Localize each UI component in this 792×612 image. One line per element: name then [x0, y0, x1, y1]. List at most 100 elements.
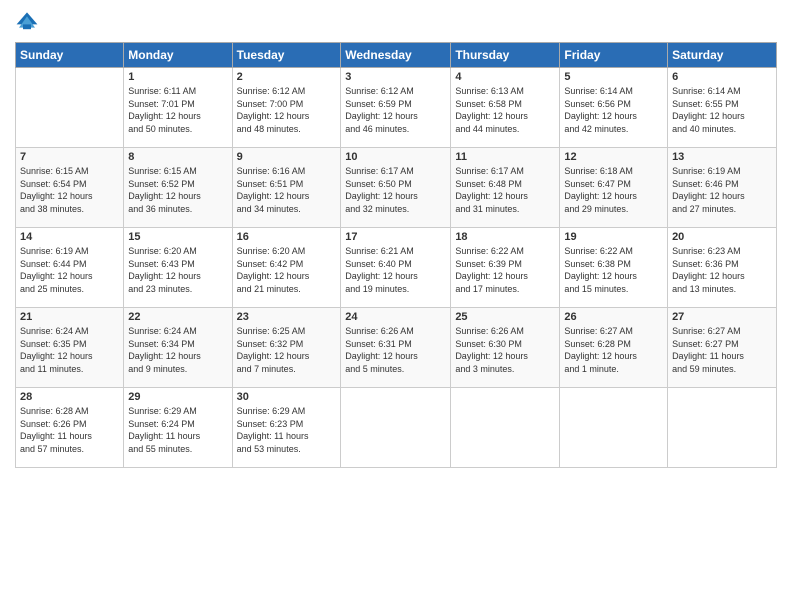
calendar-cell: 23 Sunrise: 6:25 AMSunset: 6:32 PMDayligh… — [232, 308, 341, 388]
calendar-cell: 25Sunrise: 6:26 AMSunset: 6:30 PMDayligh… — [451, 308, 560, 388]
calendar-cell: 15 Sunrise: 6:20 AMSunset: 6:43 PMDayligh… — [124, 228, 232, 308]
day-info: Sunrise: 6:17 AMSunset: 6:48 PMDaylight:… — [455, 165, 555, 215]
day-info: Sunrise: 6:20 AMSunset: 6:43 PMDaylight:… — [128, 245, 227, 295]
day-number: 29 — [128, 391, 227, 403]
day-number: 5 — [564, 71, 663, 83]
calendar-week-1: 1 Sunrise: 6:11 AMSunset: 7:01 PMDaylight… — [16, 68, 777, 148]
calendar-cell: 8 Sunrise: 6:15 AMSunset: 6:52 PMDaylight… — [124, 148, 232, 228]
page-header — [15, 10, 777, 34]
day-info: Sunrise: 6:15 AMSunset: 6:54 PMDaylight:… — [20, 165, 119, 215]
day-number: 2 — [237, 71, 337, 83]
calendar-cell — [341, 388, 451, 468]
calendar-cell: 4 Sunrise: 6:13 AMSunset: 6:58 PMDaylight… — [451, 68, 560, 148]
calendar-cell: 29 Sunrise: 6:29 AMSunset: 6:24 PMDayligh… — [124, 388, 232, 468]
day-number: 4 — [455, 71, 555, 83]
day-number: 9 — [237, 151, 337, 163]
day-info: Sunrise: 6:29 AMSunset: 6:24 PMDaylight:… — [128, 405, 227, 455]
calendar-cell: 1 Sunrise: 6:11 AMSunset: 7:01 PMDaylight… — [124, 68, 232, 148]
calendar-cell: 26Sunrise: 6:27 AMSunset: 6:28 PMDayligh… — [560, 308, 668, 388]
day-info: Sunrise: 6:12 AMSunset: 6:59 PMDaylight:… — [345, 85, 446, 135]
day-number: 28 — [20, 391, 119, 403]
calendar-cell: 16 Sunrise: 6:20 AMSunset: 6:42 PMDayligh… — [232, 228, 341, 308]
calendar: SundayMondayTuesdayWednesdayThursdayFrid… — [15, 42, 777, 468]
day-info: Sunrise: 6:14 AMSunset: 6:56 PMDaylight:… — [564, 85, 663, 135]
calendar-body: 1 Sunrise: 6:11 AMSunset: 7:01 PMDaylight… — [16, 68, 777, 468]
day-number: 15 — [128, 231, 227, 243]
day-info: Sunrise: 6:16 AMSunset: 6:51 PMDaylight:… — [237, 165, 337, 215]
day-info: Sunrise: 6:26 AMSunset: 6:30 PMDaylight:… — [455, 325, 555, 375]
day-number: 10 — [345, 151, 446, 163]
calendar-cell: 5 Sunrise: 6:14 AMSunset: 6:56 PMDaylight… — [560, 68, 668, 148]
weekday-header-thursday: Thursday — [451, 43, 560, 68]
day-info: Sunrise: 6:23 AMSunset: 6:36 PMDaylight:… — [672, 245, 772, 295]
weekday-header-friday: Friday — [560, 43, 668, 68]
day-info: Sunrise: 6:22 AMSunset: 6:38 PMDaylight:… — [564, 245, 663, 295]
day-number: 16 — [237, 231, 337, 243]
calendar-cell: 2 Sunrise: 6:12 AMSunset: 7:00 PMDaylight… — [232, 68, 341, 148]
day-info: Sunrise: 6:24 AMSunset: 6:35 PMDaylight:… — [20, 325, 119, 375]
calendar-week-4: 21 Sunrise: 6:24 AMSunset: 6:35 PMDayligh… — [16, 308, 777, 388]
weekday-header-monday: Monday — [124, 43, 232, 68]
calendar-cell: 22 Sunrise: 6:24 AMSunset: 6:34 PMDayligh… — [124, 308, 232, 388]
weekday-header-wednesday: Wednesday — [341, 43, 451, 68]
day-number: 21 — [20, 311, 119, 323]
day-info: Sunrise: 6:27 AMSunset: 6:27 PMDaylight:… — [672, 325, 772, 375]
calendar-cell — [560, 388, 668, 468]
calendar-cell: 28 Sunrise: 6:28 AMSunset: 6:26 PMDayligh… — [16, 388, 124, 468]
day-info: Sunrise: 6:22 AMSunset: 6:39 PMDaylight:… — [455, 245, 555, 295]
day-number: 20 — [672, 231, 772, 243]
day-number: 6 — [672, 71, 772, 83]
day-info: Sunrise: 6:25 AMSunset: 6:32 PMDaylight:… — [237, 325, 337, 375]
day-info: Sunrise: 6:28 AMSunset: 6:26 PMDaylight:… — [20, 405, 119, 455]
day-number: 27 — [672, 311, 772, 323]
calendar-cell: 7 Sunrise: 6:15 AMSunset: 6:54 PMDaylight… — [16, 148, 124, 228]
day-info: Sunrise: 6:14 AMSunset: 6:55 PMDaylight:… — [672, 85, 772, 135]
calendar-cell: 27 Sunrise: 6:27 AMSunset: 6:27 PMDayligh… — [668, 308, 777, 388]
day-info: Sunrise: 6:24 AMSunset: 6:34 PMDaylight:… — [128, 325, 227, 375]
calendar-cell — [668, 388, 777, 468]
calendar-cell: 3 Sunrise: 6:12 AMSunset: 6:59 PMDaylight… — [341, 68, 451, 148]
calendar-week-5: 28 Sunrise: 6:28 AMSunset: 6:26 PMDayligh… — [16, 388, 777, 468]
day-number: 23 — [237, 311, 337, 323]
day-info: Sunrise: 6:17 AMSunset: 6:50 PMDaylight:… — [345, 165, 446, 215]
calendar-cell — [451, 388, 560, 468]
day-info: Sunrise: 6:15 AMSunset: 6:52 PMDaylight:… — [128, 165, 227, 215]
day-number: 22 — [128, 311, 227, 323]
day-number: 13 — [672, 151, 772, 163]
day-number: 11 — [455, 151, 555, 163]
day-info: Sunrise: 6:20 AMSunset: 6:42 PMDaylight:… — [237, 245, 337, 295]
day-number: 7 — [20, 151, 119, 163]
logo-icon — [15, 10, 39, 34]
calendar-cell: 20 Sunrise: 6:23 AMSunset: 6:36 PMDayligh… — [668, 228, 777, 308]
calendar-header-row: SundayMondayTuesdayWednesdayThursdayFrid… — [16, 43, 777, 68]
day-number: 3 — [345, 71, 446, 83]
day-number: 19 — [564, 231, 663, 243]
day-number: 8 — [128, 151, 227, 163]
calendar-cell: 17Sunrise: 6:21 AMSunset: 6:40 PMDayligh… — [341, 228, 451, 308]
calendar-cell: 11 Sunrise: 6:17 AMSunset: 6:48 PMDayligh… — [451, 148, 560, 228]
calendar-cell: 6 Sunrise: 6:14 AMSunset: 6:55 PMDaylight… — [668, 68, 777, 148]
day-info: Sunrise: 6:26 AMSunset: 6:31 PMDaylight:… — [345, 325, 446, 375]
weekday-header-saturday: Saturday — [668, 43, 777, 68]
calendar-week-2: 7 Sunrise: 6:15 AMSunset: 6:54 PMDaylight… — [16, 148, 777, 228]
calendar-cell: 10 Sunrise: 6:17 AMSunset: 6:50 PMDayligh… — [341, 148, 451, 228]
day-info: Sunrise: 6:19 AMSunset: 6:44 PMDaylight:… — [20, 245, 119, 295]
day-number: 24 — [345, 311, 446, 323]
logo — [15, 10, 43, 34]
weekday-header-tuesday: Tuesday — [232, 43, 341, 68]
calendar-cell: 30Sunrise: 6:29 AMSunset: 6:23 PMDayligh… — [232, 388, 341, 468]
calendar-week-3: 14 Sunrise: 6:19 AMSunset: 6:44 PMDayligh… — [16, 228, 777, 308]
calendar-cell — [16, 68, 124, 148]
day-info: Sunrise: 6:11 AMSunset: 7:01 PMDaylight:… — [128, 85, 227, 135]
day-number: 1 — [128, 71, 227, 83]
day-info: Sunrise: 6:19 AMSunset: 6:46 PMDaylight:… — [672, 165, 772, 215]
day-info: Sunrise: 6:27 AMSunset: 6:28 PMDaylight:… — [564, 325, 663, 375]
day-info: Sunrise: 6:12 AMSunset: 7:00 PMDaylight:… — [237, 85, 337, 135]
day-number: 18 — [455, 231, 555, 243]
calendar-cell: 24 Sunrise: 6:26 AMSunset: 6:31 PMDayligh… — [341, 308, 451, 388]
day-number: 17 — [345, 231, 446, 243]
weekday-header-sunday: Sunday — [16, 43, 124, 68]
day-number: 14 — [20, 231, 119, 243]
day-info: Sunrise: 6:13 AMSunset: 6:58 PMDaylight:… — [455, 85, 555, 135]
calendar-cell: 14 Sunrise: 6:19 AMSunset: 6:44 PMDayligh… — [16, 228, 124, 308]
